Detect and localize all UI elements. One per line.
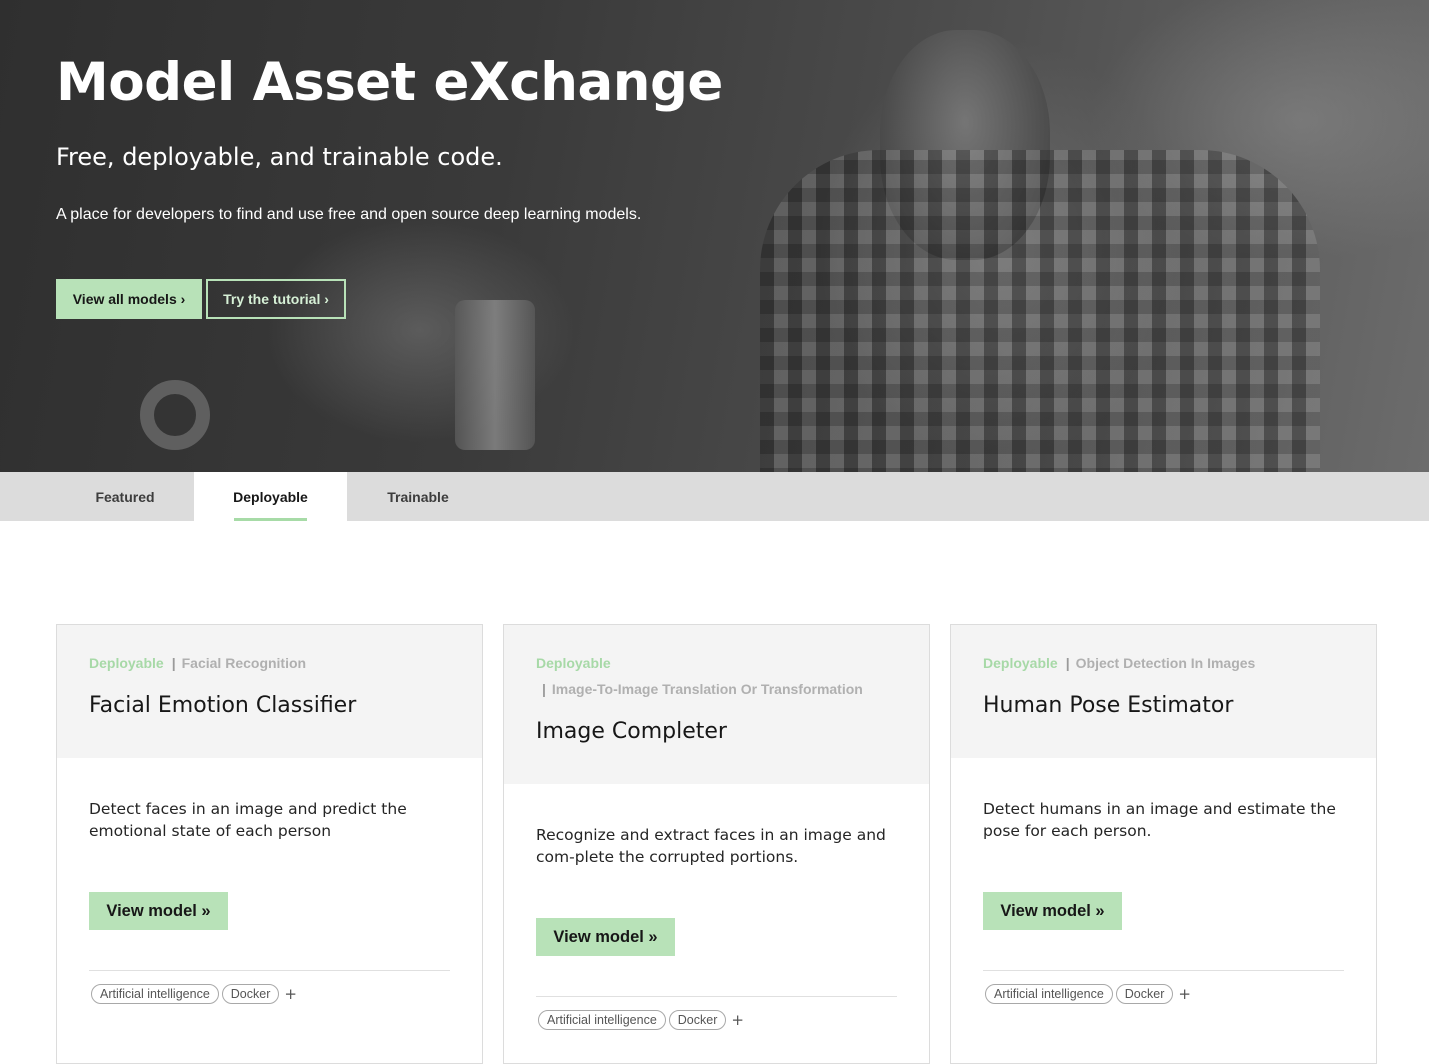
chip-artificial-intelligence[interactable]: Artificial intelligence <box>985 984 1113 1004</box>
tab-label: Deployable <box>233 488 308 505</box>
card-description: Recognize and extract faces in an image … <box>536 826 886 866</box>
model-card-facial-emotion-classifier: Deployable | Facial Recognition Facial Emo… <box>56 624 483 1064</box>
tab-label: Trainable <box>387 488 449 505</box>
card-tags: Deployable | Image-To-Image Translation O… <box>536 655 863 697</box>
card-tags: Deployable | Facial Recognition <box>89 655 307 671</box>
try-tutorial-button[interactable]: Try the tutorial › <box>206 279 346 319</box>
card-chips: Artificial intelligence Docker + <box>985 984 1191 1004</box>
category-tag[interactable]: Facial Recognition <box>182 655 306 671</box>
hero-description: A place for developers to find and use f… <box>56 206 642 223</box>
more-tags-plus-icon[interactable]: + <box>284 985 297 1003</box>
card-tags: Deployable | Object Detection In Images <box>983 655 1256 671</box>
card-divider <box>983 970 1344 971</box>
model-filter-tabs: Featured Deployable Trainable <box>0 472 1429 521</box>
card-header: Deployable | Facial Recognition Facial Emo… <box>57 625 482 758</box>
deployable-tag[interactable]: Deployable <box>89 655 164 671</box>
view-model-button[interactable]: View model » <box>983 892 1122 930</box>
card-description: Detect humans in an image and estimate t… <box>983 800 1336 840</box>
more-tags-plus-icon[interactable]: + <box>1178 985 1191 1003</box>
card-header: Deployable | Object Detection In Images Hu… <box>951 625 1376 758</box>
card-divider <box>536 996 897 997</box>
model-card-image-completer: Deployable | Image-To-Image Translation O… <box>503 624 930 1064</box>
tab-featured[interactable]: Featured <box>56 472 194 521</box>
chip-artificial-intelligence[interactable]: Artificial intelligence <box>538 1010 666 1030</box>
category-tag[interactable]: Object Detection In Images <box>1076 655 1256 671</box>
card-title: Human Pose Estimator <box>983 693 1234 718</box>
chip-artificial-intelligence[interactable]: Artificial intelligence <box>91 984 219 1004</box>
card-title: Facial Emotion Classifier <box>89 693 357 718</box>
card-header: Deployable | Image-To-Image Translation O… <box>504 625 929 784</box>
more-tags-plus-icon[interactable]: + <box>731 1011 744 1029</box>
page-title: Model Asset eXchange <box>56 52 723 113</box>
deployable-tag[interactable]: Deployable <box>983 655 1058 671</box>
view-model-button[interactable]: View model » <box>89 892 228 930</box>
model-card-human-pose-estimator: Deployable | Object Detection In Images Hu… <box>950 624 1377 1064</box>
tab-label: Featured <box>95 488 155 505</box>
tab-trainable[interactable]: Trainable <box>347 472 489 521</box>
chip-docker[interactable]: Docker <box>668 1010 727 1030</box>
view-model-button[interactable]: View model » <box>536 918 675 956</box>
active-tab-indicator <box>234 518 307 521</box>
card-description: Detect faces in an image and predict the… <box>89 800 407 840</box>
card-divider <box>89 970 450 971</box>
view-all-models-button[interactable]: View all models › <box>56 279 202 319</box>
chip-docker[interactable]: Docker <box>1115 984 1174 1004</box>
deployable-tag[interactable]: Deployable <box>536 655 611 671</box>
card-chips: Artificial intelligence Docker + <box>538 1010 744 1030</box>
card-chips: Artificial intelligence Docker + <box>91 984 297 1004</box>
card-title: Image Completer <box>536 719 727 744</box>
category-tag[interactable]: Image-To-Image Translation Or Transforma… <box>552 681 863 697</box>
hero-subtitle: Free, deployable, and trainable code. <box>56 143 503 171</box>
chip-docker[interactable]: Docker <box>221 984 280 1004</box>
tab-deployable[interactable]: Deployable <box>194 472 347 521</box>
hero-banner: Model Asset eXchange Free, deployable, a… <box>0 0 1429 472</box>
